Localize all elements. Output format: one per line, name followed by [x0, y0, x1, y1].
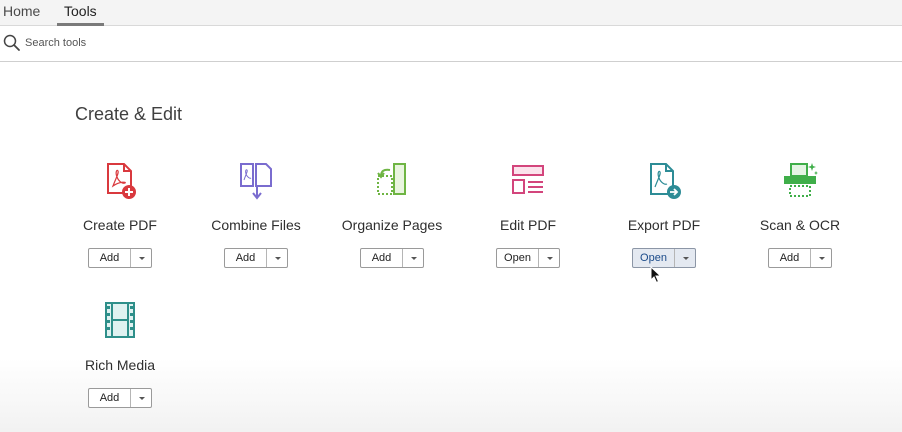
add-button[interactable]: Add: [769, 249, 811, 267]
tool-export-pdf[interactable]: Export PDF Open: [594, 160, 734, 290]
tool-button-group: Add: [88, 388, 152, 408]
edit-pdf-icon: [512, 165, 544, 194]
tool-label: Organize Pages: [341, 217, 443, 233]
chevron-down-icon[interactable]: [403, 249, 423, 267]
search-icon[interactable]: [3, 34, 21, 52]
tool-label: Edit PDF: [499, 217, 556, 233]
tool-rich-media[interactable]: Rich Media Add: [50, 300, 190, 430]
tool-button-group: Open: [632, 248, 696, 268]
tool-button-group: Add: [224, 248, 288, 268]
add-button[interactable]: Add: [361, 249, 403, 267]
search-input[interactable]: [25, 34, 625, 52]
tool-create-pdf[interactable]: Create PDF Add: [50, 160, 190, 290]
tool-label: Export PDF: [627, 217, 701, 233]
chevron-down-icon[interactable]: [539, 249, 559, 267]
top-nav-bar: Home Tools: [0, 0, 902, 26]
tab-tools[interactable]: Tools: [64, 3, 97, 19]
scan-ocr-icon: [784, 163, 818, 197]
tab-home[interactable]: Home: [3, 3, 40, 19]
tool-button-group: Add: [88, 248, 152, 268]
add-button[interactable]: Add: [89, 249, 131, 267]
tool-label: Combine Files: [211, 217, 301, 233]
chevron-down-icon[interactable]: [267, 249, 287, 267]
tool-button-group: Open: [496, 248, 560, 268]
organize-pages-icon: [377, 163, 406, 195]
add-button[interactable]: Add: [225, 249, 267, 267]
tool-button-group: Add: [360, 248, 424, 268]
chevron-down-icon[interactable]: [131, 389, 151, 407]
chevron-down-icon[interactable]: [131, 249, 151, 267]
export-pdf-icon: [650, 163, 681, 199]
open-button[interactable]: Open: [497, 249, 539, 267]
tool-edit-pdf[interactable]: Edit PDF Open: [458, 160, 598, 290]
tool-label: Rich Media: [84, 357, 156, 373]
tool-combine-files[interactable]: Combine Files Add: [186, 160, 326, 290]
tool-label: Create PDF: [83, 217, 157, 233]
section-title: Create & Edit: [75, 104, 183, 124]
combine-files-icon: [240, 163, 272, 200]
create-pdf-icon: [107, 163, 136, 199]
tool-scan-ocr[interactable]: Scan & OCR Add: [730, 160, 870, 290]
chevron-down-icon[interactable]: [811, 249, 831, 267]
search-bar: [0, 26, 902, 62]
add-button[interactable]: Add: [89, 389, 131, 407]
chevron-down-icon[interactable]: [675, 249, 695, 267]
tool-organize-pages[interactable]: Organize Pages Add: [322, 160, 462, 290]
mouse-pointer-icon: [650, 266, 662, 284]
open-button[interactable]: Open: [633, 249, 675, 267]
tool-button-group: Add: [768, 248, 832, 268]
tool-label: Scan & OCR: [759, 217, 841, 233]
rich-media-icon: [105, 302, 135, 338]
